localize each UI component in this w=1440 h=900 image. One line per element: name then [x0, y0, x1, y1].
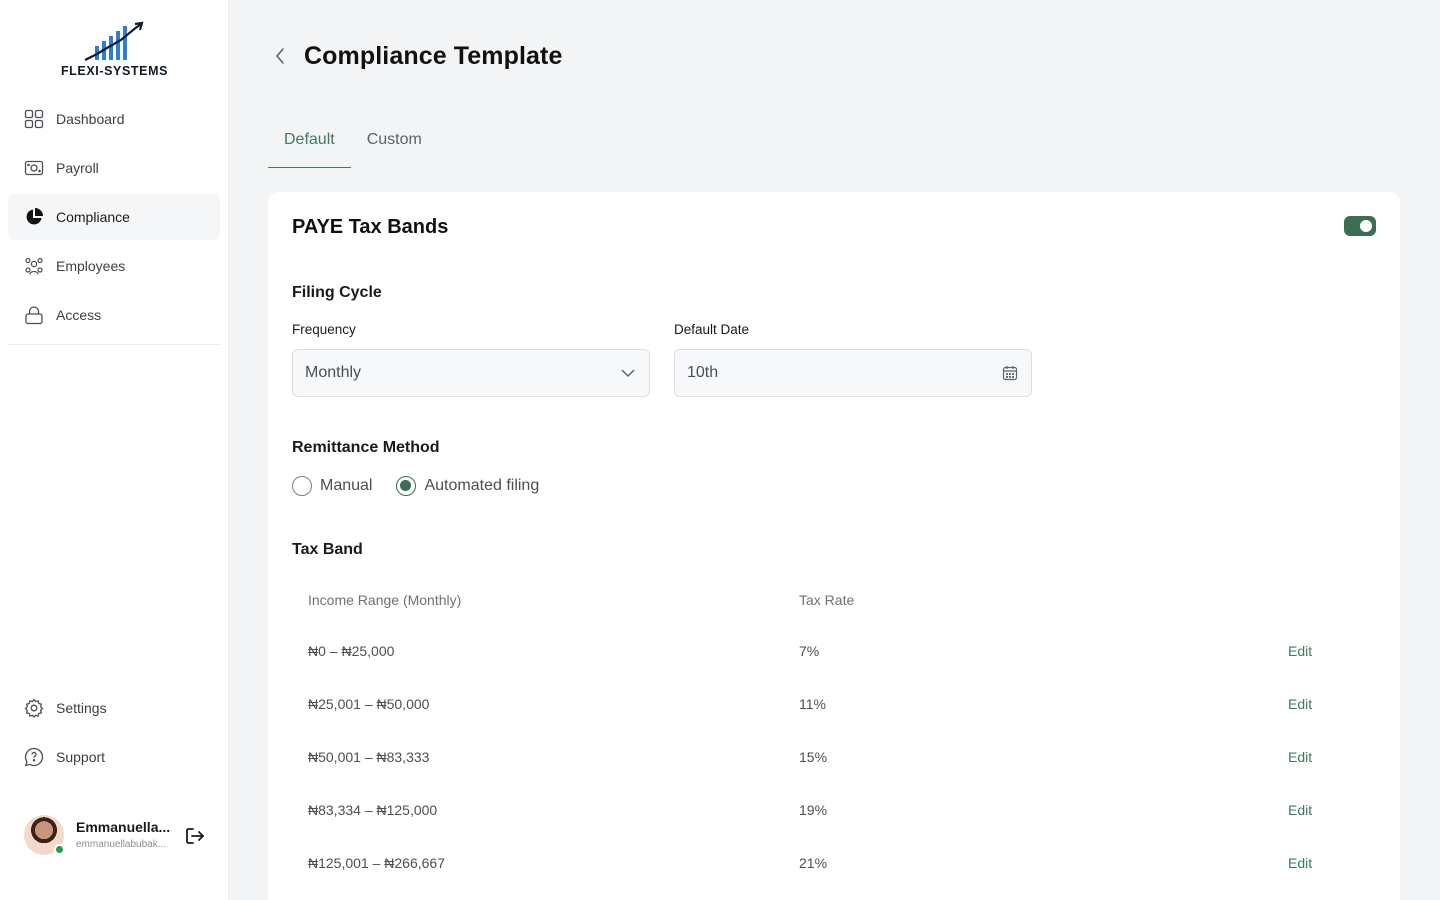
sidebar-item-support[interactable]: Support [8, 734, 220, 780]
sidebar-item-dashboard[interactable]: Dashboard [8, 96, 220, 142]
help-bubble-icon [24, 747, 44, 767]
default-date-field[interactable]: 10th [674, 349, 1032, 397]
table-row: ₦83,334 – ₦125,000 19% Edit [292, 783, 1376, 836]
gear-icon [24, 698, 44, 718]
radio-circle [396, 476, 417, 496]
frequency-label: Frequency [292, 322, 356, 337]
sidebar-bottom-nav: Settings Support [8, 685, 220, 783]
sidebar-item-label: Support [56, 749, 106, 765]
edit-button[interactable]: Edit [1288, 677, 1312, 730]
user-profile[interactable]: Emmanuella... emmanuellabubak... [24, 815, 214, 859]
template-tabs: Default Custom [268, 112, 438, 168]
paye-card: PAYE Tax Bands Filing Cycle Frequency Mo… [268, 192, 1400, 900]
filing-cycle-title: Filing Cycle [292, 284, 382, 301]
brand-logo[interactable]: FLEXI-SYSTEMS [0, 20, 229, 84]
remittance-radio-group: Manual Automated filing [292, 476, 563, 496]
page-title: Compliance Template [304, 41, 563, 70]
income-range-cell: ₦83,334 – ₦125,000 [308, 801, 438, 818]
column-header-tax-rate: Tax Rate [799, 592, 855, 608]
sidebar-item-label: Employees [56, 258, 126, 274]
tax-rate-cell: 21% [799, 854, 828, 871]
sidebar-item-settings[interactable]: Settings [8, 685, 220, 731]
tax-rate-cell: 11% [799, 695, 826, 712]
column-header-income-range: Income Range (Monthly) [308, 592, 462, 608]
table-row: ₦25,001 – ₦50,000 11% Edit [292, 677, 1376, 730]
radio-automated-filing[interactable]: Automated filing [396, 476, 539, 496]
edit-button[interactable]: Edit [1288, 836, 1312, 889]
default-date-label: Default Date [674, 322, 750, 337]
tax-band-title: Tax Band [292, 541, 363, 558]
paye-enable-toggle[interactable] [1344, 216, 1376, 236]
tab-custom[interactable]: Custom [351, 112, 438, 168]
sidebar-item-label: Payroll [56, 160, 99, 176]
pie-chart-icon [24, 207, 44, 227]
income-range-cell: ₦50,001 – ₦83,333 [308, 748, 430, 765]
sidebar-nav: Dashboard Payroll Compliance Employees A… [8, 96, 220, 341]
tab-default[interactable]: Default [268, 112, 351, 168]
sidebar-item-employees[interactable]: Employees [8, 243, 220, 289]
table-row: ₦0 – ₦25,000 7% Edit [292, 624, 1376, 677]
calendar-icon[interactable] [1001, 364, 1019, 382]
money-icon [24, 158, 44, 178]
sidebar-item-payroll[interactable]: Payroll [8, 145, 220, 191]
users-icon [24, 256, 44, 276]
sidebar-item-label: Compliance [56, 209, 130, 225]
tax-rate-cell: 15% [799, 748, 828, 765]
income-range-cell: ₦125,001 – ₦266,667 [308, 854, 445, 871]
page-header: Compliance Template [268, 38, 562, 74]
online-status-dot [54, 844, 65, 855]
card-title: PAYE Tax Bands [292, 216, 449, 238]
radio-manual[interactable]: Manual [292, 476, 372, 496]
back-chevron-icon[interactable] [268, 44, 292, 68]
grid-icon [24, 109, 44, 129]
tax-rate-cell: 19% [799, 801, 828, 818]
edit-button[interactable]: Edit [1288, 730, 1312, 783]
chevron-down-icon [619, 364, 637, 382]
sidebar-item-label: Settings [56, 700, 107, 716]
user-name: Emmanuella... [76, 819, 171, 835]
radio-label: Manual [320, 477, 373, 494]
sidebar-divider [8, 344, 220, 345]
toggle-knob [1360, 220, 1372, 232]
lock-icon [24, 305, 44, 325]
avatar [24, 815, 65, 855]
sidebar-item-label: Dashboard [56, 111, 125, 127]
remittance-method-title: Remittance Method [292, 439, 440, 456]
user-email: emmanuellabubak... [76, 839, 167, 850]
table-row: ₦125,001 – ₦266,667 21% Edit [292, 836, 1376, 889]
brand-name: FLEXI-SYSTEMS [60, 64, 169, 78]
frequency-select[interactable]: Monthly [292, 349, 650, 397]
table-row: ₦50,001 – ₦83,333 15% Edit [292, 730, 1376, 783]
sidebar-item-access[interactable]: Access [8, 292, 220, 338]
default-date-value: 10th [687, 364, 719, 381]
logout-icon[interactable] [184, 825, 206, 847]
radio-label: Automated filing [424, 477, 540, 494]
tax-rate-cell: 7% [799, 642, 820, 659]
radio-circle [292, 476, 312, 496]
frequency-value: Monthly [305, 364, 362, 381]
income-range-cell: ₦0 – ₦25,000 [308, 642, 395, 659]
sidebar: FLEXI-SYSTEMS Dashboard Payroll Complian… [0, 0, 229, 900]
edit-button[interactable]: Edit [1288, 783, 1312, 836]
sidebar-item-label: Access [56, 307, 102, 323]
sidebar-item-compliance[interactable]: Compliance [8, 194, 220, 240]
income-range-cell: ₦25,001 – ₦50,000 [308, 695, 430, 712]
edit-button[interactable]: Edit [1288, 624, 1312, 677]
bar-chart-logo-icon [84, 21, 144, 61]
